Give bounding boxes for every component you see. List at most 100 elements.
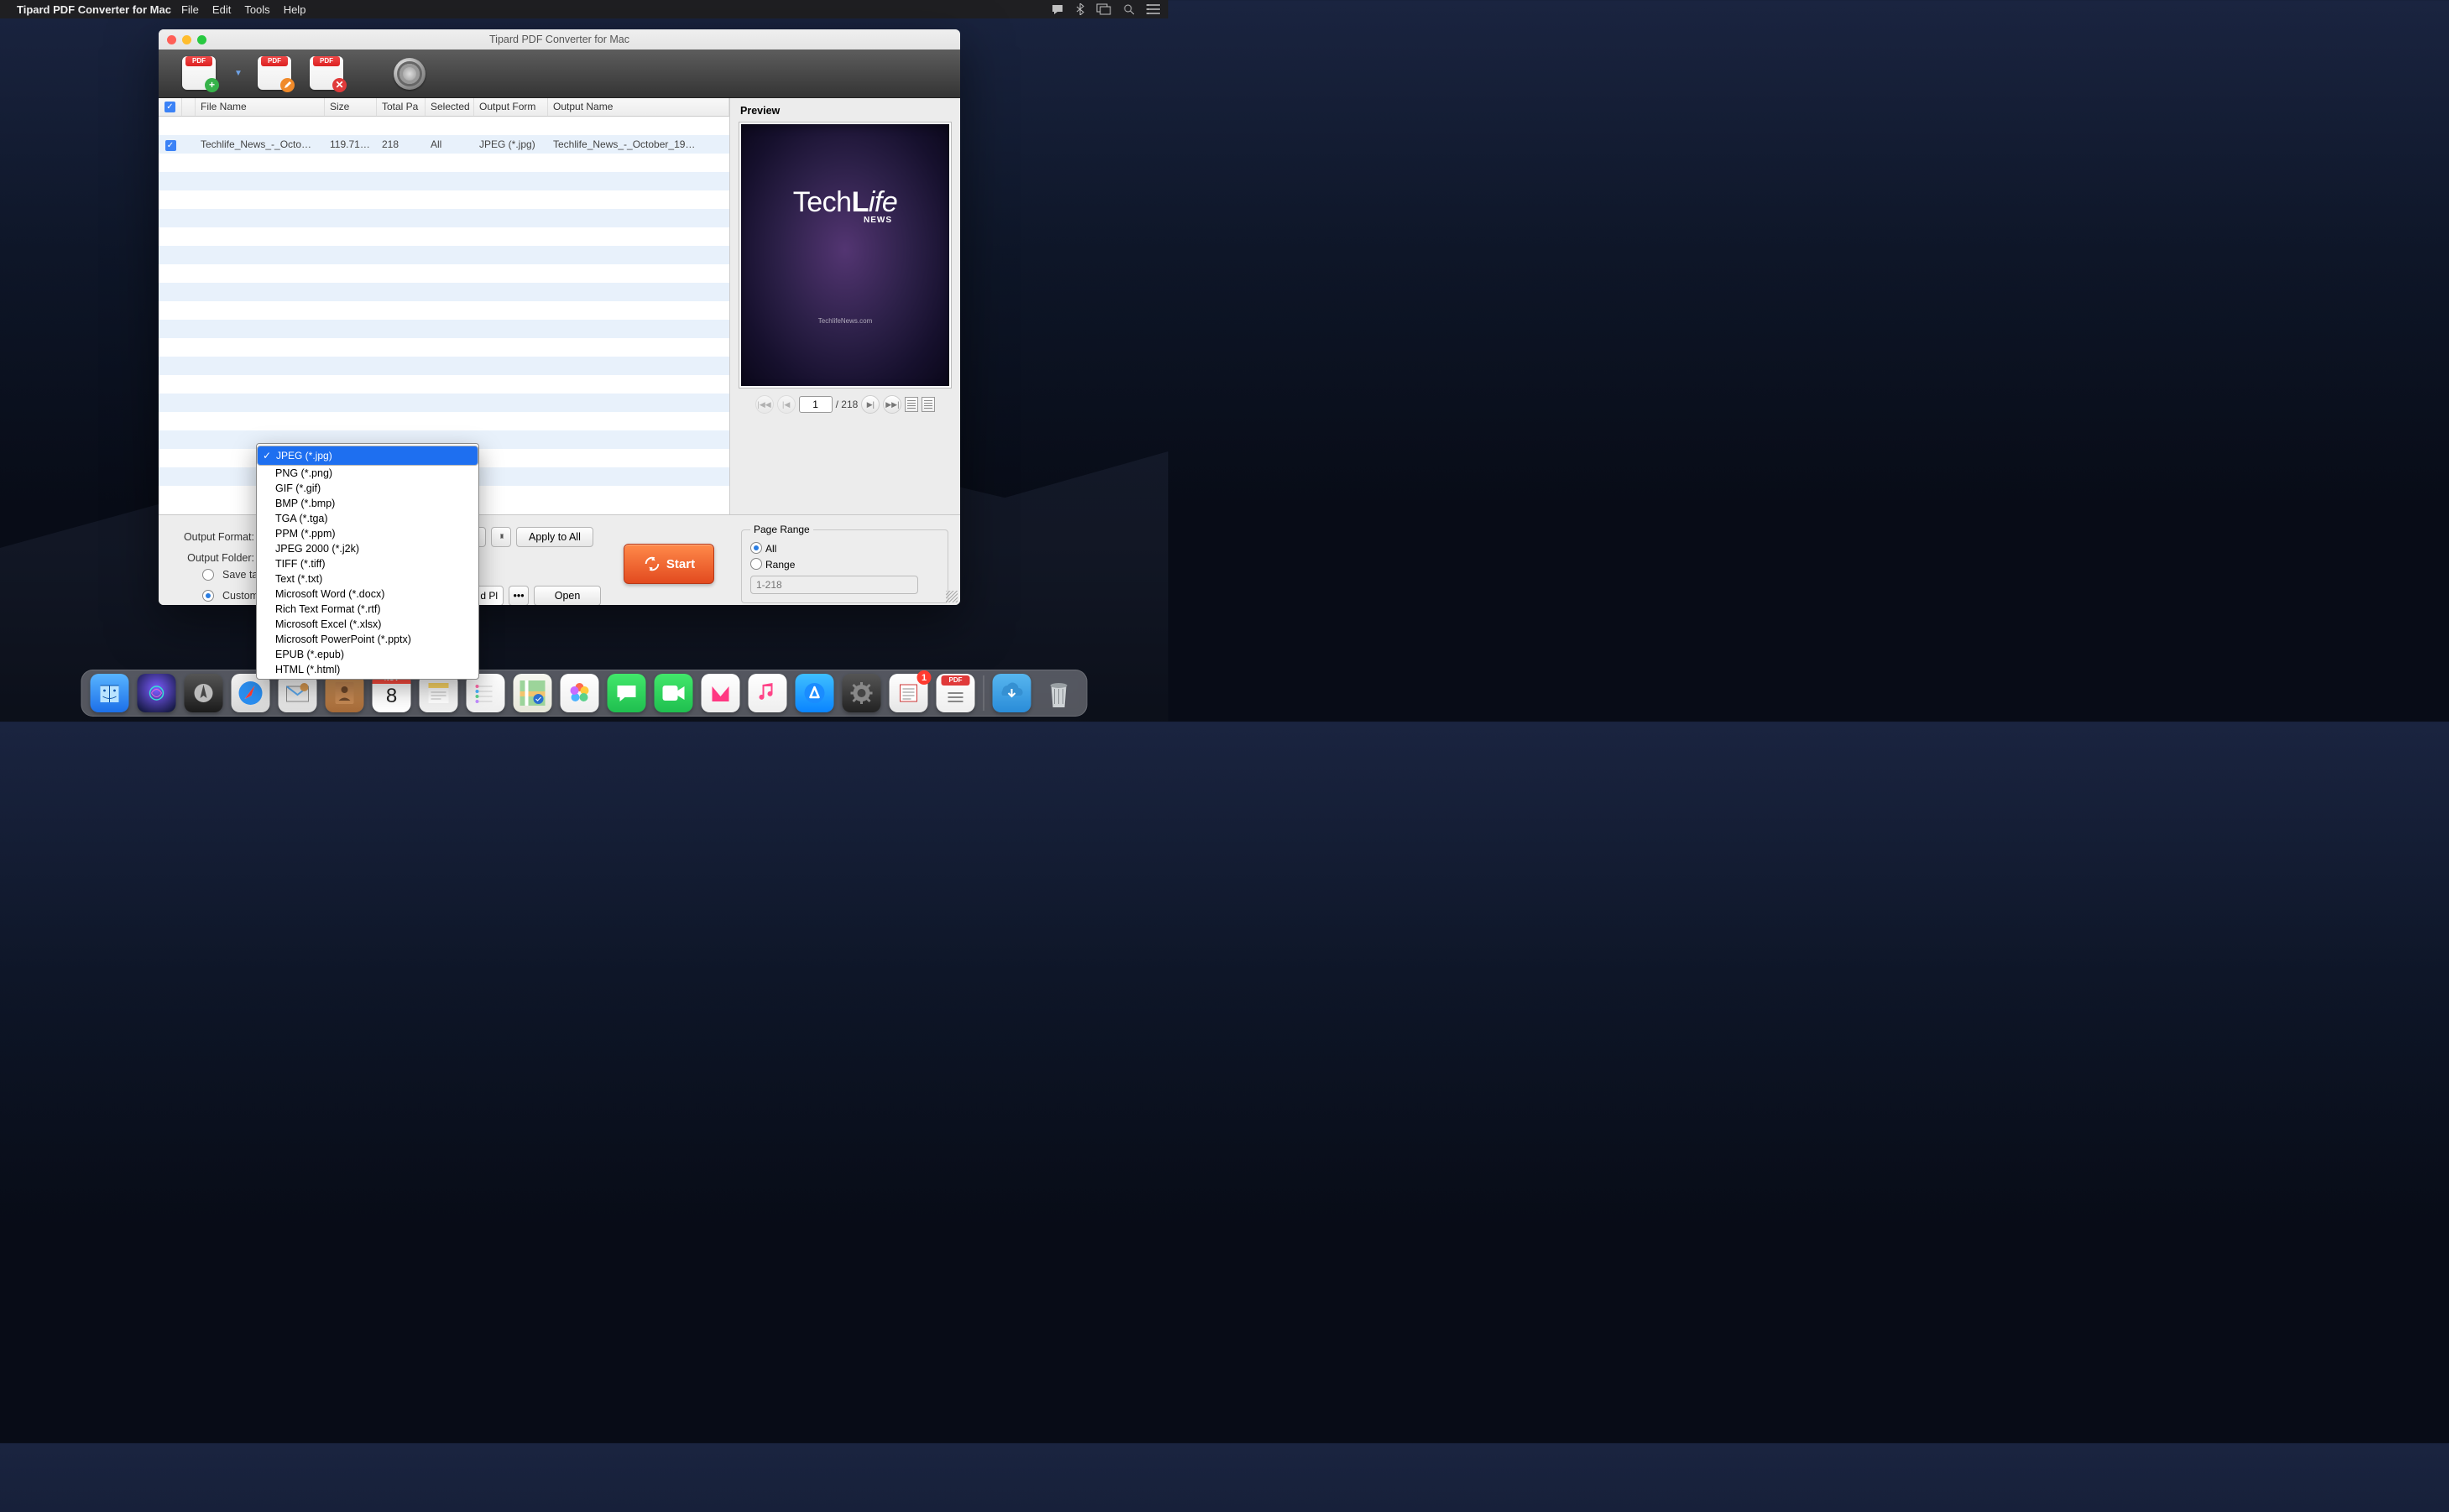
col-totalpages[interactable]: Total Pa — [377, 98, 426, 116]
preview-image: TechLife NEWS TechlifeNews.com — [741, 124, 949, 386]
photos-icon[interactable] — [561, 674, 599, 712]
radio-all-pages[interactable] — [750, 542, 762, 554]
table-row[interactable] — [159, 117, 729, 135]
table-row[interactable]: Techlife_News_-_Octo… 119.71 … 218 All J… — [159, 135, 729, 154]
format-settings-button[interactable] — [491, 527, 511, 547]
browse-button[interactable]: ••• — [509, 586, 529, 605]
bluetooth-icon[interactable] — [1076, 3, 1084, 15]
notifications-icon[interactable] — [1051, 3, 1064, 15]
col-outputname[interactable]: Output Name — [548, 98, 729, 116]
preview-site: TechlifeNews.com — [818, 317, 872, 325]
cell-size: 119.71 … — [325, 136, 377, 153]
app-name[interactable]: Tipard PDF Converter for Mac — [17, 3, 171, 16]
page-range-input[interactable] — [750, 576, 918, 594]
music-icon[interactable] — [749, 674, 787, 712]
downloads-icon[interactable] — [993, 674, 1031, 712]
menu-help[interactable]: Help — [284, 3, 306, 16]
dropdown-item[interactable]: PNG (*.png) — [257, 466, 478, 481]
macos-menubar: Tipard PDF Converter for Mac File Edit T… — [0, 0, 1168, 18]
table-rows: Techlife_News_-_Octo… 119.71 … 218 All J… — [159, 117, 729, 486]
resize-grip[interactable] — [946, 591, 958, 602]
spotlight-icon[interactable] — [1123, 3, 1135, 15]
menu-file[interactable]: File — [181, 3, 199, 16]
apply-to-all-button[interactable]: Apply to All — [516, 527, 593, 547]
dropdown-item[interactable]: Microsoft Excel (*.xlsx) — [257, 617, 478, 632]
dropdown-item[interactable]: JPEG (*.jpg) — [257, 446, 478, 466]
recent-app-icon[interactable]: 1 — [890, 674, 928, 712]
menu-tools[interactable]: Tools — [244, 3, 269, 16]
trash-icon[interactable] — [1040, 674, 1078, 712]
remove-pdf-button[interactable]: ✕ — [310, 56, 347, 91]
dropdown-item[interactable]: TIFF (*.tiff) — [257, 556, 478, 571]
dropdown-item[interactable]: HTML (*.html) — [257, 662, 478, 677]
page-range-panel: Page Range All Range Pages: e.g.(1,3,6,8… — [729, 515, 960, 605]
fit-width-icon[interactable] — [922, 397, 935, 412]
table-header: File Name Size Total Pa Selected Output … — [159, 98, 729, 117]
launchpad-icon[interactable] — [185, 674, 223, 712]
page-range-legend: Page Range — [750, 524, 813, 535]
add-pdf-dropdown-arrow[interactable]: ▼ — [234, 69, 243, 78]
dropdown-item[interactable]: Text (*.txt) — [257, 571, 478, 587]
messages-icon[interactable] — [608, 674, 646, 712]
add-pdf-button[interactable]: + — [182, 56, 219, 91]
siri-icon[interactable] — [138, 674, 176, 712]
output-format-label: Output Format: — [174, 531, 254, 543]
dropdown-item[interactable]: Microsoft Word (*.docx) — [257, 587, 478, 602]
cell-filename: Techlife_News_-_Octo… — [196, 136, 325, 153]
page-input[interactable] — [799, 396, 833, 413]
preview-logo-sub: NEWS — [864, 216, 892, 225]
output-format-dropdown: JPEG (*.jpg) PNG (*.png) GIF (*.gif) BMP… — [256, 443, 479, 680]
dropdown-item[interactable]: Rich Text Format (*.rtf) — [257, 602, 478, 617]
dock-badge: 1 — [917, 670, 932, 685]
cell-pages: 218 — [377, 136, 426, 153]
dropdown-item[interactable]: EPUB (*.epub) — [257, 647, 478, 662]
cell-outputname: Techlife_News_-_October_19… — [548, 136, 729, 153]
finder-icon[interactable] — [91, 674, 129, 712]
col-selected[interactable]: Selected — [426, 98, 474, 116]
news-icon[interactable] — [702, 674, 740, 712]
settings-button[interactable] — [394, 58, 426, 90]
facetime-icon[interactable] — [655, 674, 693, 712]
system-preferences-icon[interactable] — [843, 674, 881, 712]
radio-save-target[interactable] — [202, 569, 214, 581]
dropdown-item[interactable]: PPM (*.ppm) — [257, 526, 478, 541]
next-page-button[interactable]: ▶| — [861, 395, 880, 414]
cell-selected: All — [426, 136, 474, 153]
appstore-icon[interactable] — [796, 674, 834, 712]
prev-page-button[interactable]: |◀ — [777, 395, 796, 414]
dropdown-item[interactable]: TGA (*.tga) — [257, 511, 478, 526]
select-all-checkbox[interactable] — [164, 102, 175, 112]
toolbar: + ▼ ✕ — [159, 50, 960, 98]
menu-edit[interactable]: Edit — [212, 3, 231, 16]
edit-pdf-button[interactable] — [258, 56, 295, 91]
dropdown-item[interactable]: BMP (*.bmp) — [257, 496, 478, 511]
pdf-converter-dock-icon[interactable]: PDF — [937, 674, 975, 712]
dock: NOV8 1 PDF — [81, 670, 1088, 717]
open-folder-button[interactable]: Open — [534, 586, 601, 605]
dropdown-item[interactable]: GIF (*.gif) — [257, 481, 478, 496]
radio-range-pages[interactable] — [750, 558, 762, 570]
cell-format: JPEG (*.jpg) — [474, 136, 548, 153]
col-filename[interactable]: File Name — [196, 98, 325, 116]
preview-viewport: TechLife NEWS TechlifeNews.com — [739, 122, 952, 388]
radio-customize[interactable] — [202, 590, 214, 602]
col-format[interactable]: Output Form — [474, 98, 548, 116]
preview-panel: Preview TechLife NEWS TechlifeNews.com |… — [729, 98, 960, 514]
preview-label: Preview — [739, 105, 952, 117]
page-total: / 218 — [836, 399, 859, 410]
row-checkbox[interactable] — [165, 140, 176, 151]
start-button[interactable]: Start — [624, 544, 714, 584]
col-size[interactable]: Size — [325, 98, 377, 116]
menu-list-icon[interactable] — [1146, 4, 1160, 14]
dropdown-item[interactable]: JPEG 2000 (*.j2k) — [257, 541, 478, 556]
maps-icon[interactable] — [514, 674, 552, 712]
titlebar[interactable]: Tipard PDF Converter for Mac — [159, 29, 960, 50]
first-page-button[interactable]: |◀◀ — [755, 395, 774, 414]
dropdown-item[interactable]: Microsoft PowerPoint (*.pptx) — [257, 632, 478, 647]
last-page-button[interactable]: ▶▶| — [883, 395, 901, 414]
screen-mirror-icon[interactable] — [1096, 3, 1111, 15]
output-folder-label: Output Folder: — [174, 552, 254, 564]
preview-nav: |◀◀ |◀ / 218 ▶| ▶▶| — [739, 395, 952, 414]
fit-page-icon[interactable] — [905, 397, 918, 412]
window-title: Tipard PDF Converter for Mac — [159, 34, 960, 45]
